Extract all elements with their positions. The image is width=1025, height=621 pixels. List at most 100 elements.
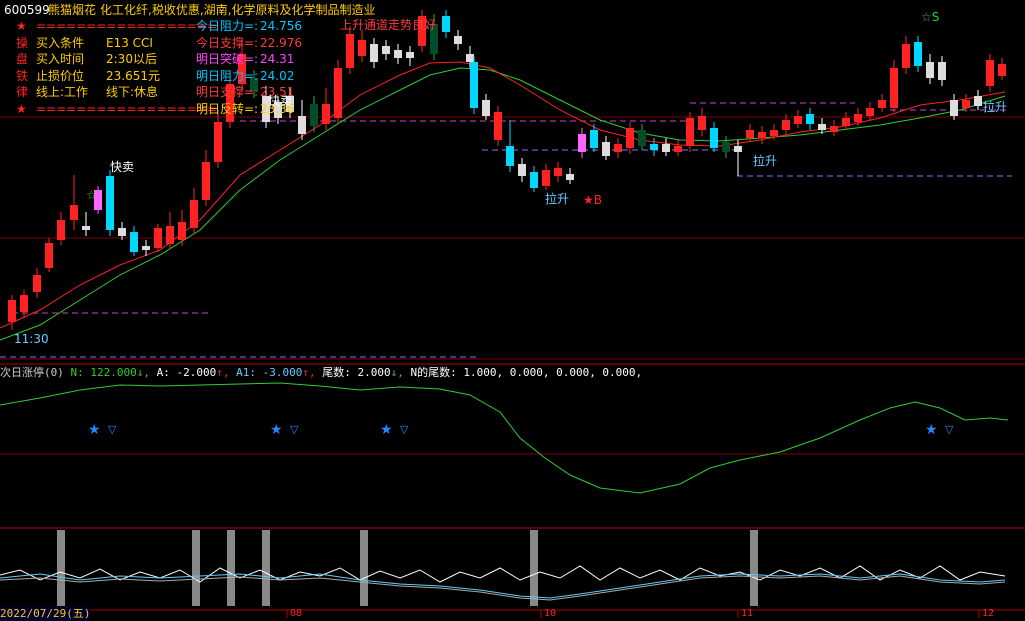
- candle-body: [674, 146, 682, 152]
- up-arrow-icon: ↑,: [302, 366, 316, 379]
- candle-body: [442, 16, 450, 32]
- candle-body: [57, 220, 65, 240]
- candle-body: [782, 120, 790, 130]
- price-level-label: 明日突破=:: [196, 52, 259, 66]
- tail-value: 2.000: [357, 366, 391, 379]
- candle-body: [166, 226, 174, 244]
- a1-label: A1:: [236, 366, 256, 379]
- candle-body: [890, 68, 898, 108]
- candle-body: [370, 44, 378, 62]
- price-level-value: 24.31: [260, 52, 295, 66]
- candle-body: [734, 146, 742, 152]
- stock-code: 600599: [4, 3, 50, 17]
- info-row-label: 止损价位: [36, 68, 85, 83]
- candle-body: [178, 222, 186, 240]
- a1-value: -3.000: [262, 366, 303, 379]
- candle-body: [914, 42, 922, 66]
- n-value: 122.000: [90, 366, 137, 379]
- price-level-label: 明日反转=:: [196, 101, 259, 116]
- month-label: 12: [982, 608, 995, 619]
- star-marker: ★: [380, 422, 393, 438]
- candle-body: [358, 40, 366, 56]
- candle-body: [974, 96, 982, 106]
- star-marker: ★: [925, 422, 938, 438]
- gray-bar: [360, 530, 368, 606]
- gray-bar: [262, 530, 270, 606]
- candle-body: [926, 62, 934, 78]
- rise-label: 拉升: [983, 100, 1008, 114]
- candle-body: [454, 36, 462, 44]
- candle-body: [346, 34, 354, 68]
- candle-body: [310, 104, 318, 126]
- a-value: -2.000: [176, 366, 217, 379]
- candle-body: [662, 144, 670, 152]
- price-level-value: 24.02: [260, 68, 295, 83]
- candle-body: [566, 174, 574, 180]
- candle-body: [938, 62, 946, 80]
- candle-body: [686, 118, 694, 146]
- info-row-label: 买入条件: [36, 35, 85, 50]
- candle-body: [650, 144, 658, 150]
- candle-body: [466, 54, 474, 62]
- candle-body: [698, 116, 706, 130]
- info-row-label: ==================: [36, 19, 217, 33]
- a-label: A:: [156, 366, 170, 379]
- stock-name: 熊猫烟花: [48, 3, 97, 17]
- info-row-marker: 铁: [16, 68, 29, 83]
- candle-body: [770, 130, 778, 136]
- candle-body: [298, 116, 306, 134]
- price-level-label: 今日支撑=:: [196, 35, 259, 50]
- candle-body: [118, 228, 126, 236]
- info-row-value: E13 CCI: [106, 35, 153, 50]
- candle-body: [142, 246, 150, 250]
- rise-label: 拉升: [753, 154, 778, 168]
- candle-body: [334, 68, 342, 118]
- n-label: N:: [70, 366, 84, 379]
- chart-window[interactable]: ★ ▽ ★ ▽ ★ ▽ ★ ▽ 600599 熊猫烟花 化工化纤,税收优惠,湖南…: [0, 0, 1025, 621]
- triangle-marker: ▽: [290, 423, 299, 436]
- candle-body: [154, 228, 162, 248]
- candle-body: [626, 128, 634, 148]
- price-level-label: 明日阻力=:: [196, 68, 259, 83]
- candle-body: [130, 232, 138, 252]
- candle-body: [794, 116, 802, 124]
- rise-label: 拉升: [545, 192, 570, 206]
- candle-body: [830, 126, 838, 132]
- info-row-marker: 律: [16, 85, 29, 99]
- indicator-header: 次日涨停(0) N: 122.000↓, A: -2.000↑, A1: -3.…: [0, 366, 642, 380]
- gray-bar: [227, 530, 235, 606]
- oscillator-cyan: [0, 573, 1006, 599]
- candle-body: [202, 162, 210, 200]
- triangle-marker: ▽: [400, 423, 409, 436]
- candle-body: [190, 200, 198, 228]
- candle-body: [45, 243, 53, 268]
- candle-body: [878, 100, 886, 108]
- triangle-marker: ▽: [108, 423, 117, 436]
- month-label: 08: [290, 608, 303, 619]
- candle-body: [950, 100, 958, 116]
- candle-body: [382, 46, 390, 54]
- candle-body: [470, 62, 478, 108]
- trend-note: 上升通道走势良好: [340, 18, 437, 32]
- indicator-line: [0, 382, 1009, 494]
- candle-body: [406, 52, 414, 58]
- candle-body: [82, 226, 90, 230]
- candle-body: [638, 130, 646, 146]
- info-row-marker: 操: [16, 35, 29, 50]
- info-row-marker: ★: [16, 101, 27, 116]
- candle-body: [530, 172, 538, 188]
- oscillator-gray: [0, 575, 1006, 601]
- info-row-marker: 盘: [16, 52, 29, 66]
- gray-bar: [530, 530, 538, 606]
- candle-body: [506, 146, 514, 166]
- info-row-label: 线上:工作: [36, 85, 89, 99]
- stock-concepts: 化工化纤,税收优惠,湖南,化学原料及化学制品制造业: [100, 3, 376, 17]
- candle-body: [602, 142, 610, 156]
- star-marker: ★: [88, 422, 101, 438]
- tail-label: 尾数:: [322, 366, 351, 379]
- gray-bar: [750, 530, 758, 606]
- candle-body: [962, 100, 970, 108]
- sell-label: 快卖: [110, 160, 135, 174]
- candle-body: [70, 205, 78, 220]
- info-row-value: 23.651元: [106, 68, 160, 83]
